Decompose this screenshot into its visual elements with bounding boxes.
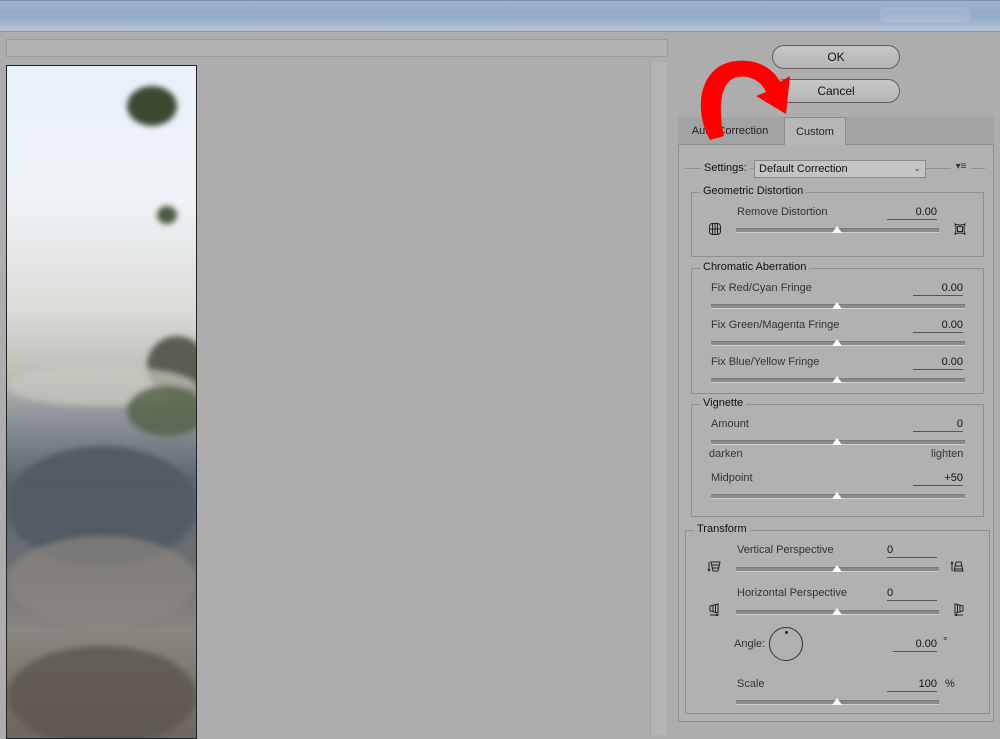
transform-title: Transform — [694, 523, 750, 535]
horizontal-perspective-left-icon — [707, 602, 721, 617]
remove-distortion-label: Remove Distortion — [737, 206, 828, 218]
red-cyan-thumb[interactable] — [832, 302, 842, 309]
chromatic-aberration-title: Chromatic Aberration — [700, 261, 810, 273]
midpoint-thumb[interactable] — [832, 492, 842, 499]
scale-label: Scale — [737, 678, 765, 690]
angle-label: Angle: — [734, 638, 766, 650]
vignette-amount-label: Amount — [711, 418, 749, 430]
vertical-perspective-up-icon — [950, 559, 964, 573]
vignette-amount-thumb[interactable] — [832, 438, 842, 445]
settings-dropdown[interactable]: Default Correction ⌄ — [754, 160, 926, 178]
horizontal-perspective-right-icon — [952, 602, 966, 617]
photo-greenery — [127, 386, 196, 436]
photo-foliage-mid — [157, 206, 177, 224]
photo-ground — [7, 646, 196, 738]
pincushion-icon — [708, 222, 722, 236]
green-magenta-thumb[interactable] — [832, 339, 842, 346]
vertical-perspective-input[interactable]: 0 — [887, 544, 937, 558]
remove-distortion-thumb[interactable] — [832, 226, 842, 233]
midpoint-label: Midpoint — [711, 472, 753, 484]
settings-value: Default Correction — [759, 163, 848, 175]
remove-distortion-input[interactable]: 0.00 — [887, 206, 937, 220]
settings-menu-icon[interactable]: ▾≡ — [951, 161, 971, 177]
photo-gravel — [7, 536, 196, 626]
angle-unit: ° — [943, 636, 948, 648]
red-cyan-label: Fix Red/Cyan Fringe — [711, 282, 812, 294]
angle-dial[interactable] — [769, 627, 803, 661]
annotation-arrow-icon — [700, 60, 790, 140]
angle-dial-marker — [785, 631, 788, 634]
horizontal-perspective-thumb[interactable] — [832, 608, 842, 615]
blue-yellow-thumb[interactable] — [832, 376, 842, 383]
vertical-perspective-thumb[interactable] — [832, 565, 842, 572]
preview-toolbar-strip — [6, 39, 668, 57]
lighten-label: lighten — [931, 448, 964, 460]
horizontal-perspective-label: Horizontal Perspective — [737, 587, 848, 599]
custom-panel: Settings: Default Correction ⌄ ▾≡ Geomet… — [678, 145, 994, 722]
window-titlebar — [0, 0, 1000, 32]
blue-yellow-label: Fix Blue/Yellow Fringe — [711, 356, 820, 368]
green-magenta-label: Fix Green/Magenta Fringe — [711, 319, 840, 331]
midpoint-input[interactable]: +50 — [913, 472, 963, 486]
barrel-icon — [953, 222, 967, 236]
geometric-distortion-group: Geometric Distortion — [691, 185, 984, 257]
green-magenta-input[interactable]: 0.00 — [913, 319, 963, 333]
angle-input[interactable]: 0.00 — [893, 638, 937, 652]
scale-input[interactable]: 100 — [887, 678, 937, 692]
vignette-title: Vignette — [700, 397, 747, 409]
chevron-down-icon: ⌄ — [913, 163, 921, 173]
settings-label: Settings: — [701, 162, 750, 174]
vignette-amount-input[interactable]: 0 — [913, 418, 963, 432]
scale-unit: % — [945, 678, 955, 690]
red-cyan-input[interactable]: 0.00 — [913, 282, 963, 296]
scale-thumb[interactable] — [832, 698, 842, 705]
vertical-perspective-label: Vertical Perspective — [737, 544, 834, 556]
geometric-distortion-title: Geometric Distortion — [700, 185, 807, 197]
titlebar-controls[interactable] — [880, 7, 970, 23]
preview-scrollbar[interactable] — [650, 62, 667, 735]
preview-photo — [6, 65, 197, 739]
horizontal-perspective-input[interactable]: 0 — [887, 587, 937, 601]
blue-yellow-input[interactable]: 0.00 — [913, 356, 963, 370]
vertical-perspective-down-icon — [707, 559, 721, 573]
photo-foliage-top — [127, 86, 177, 126]
darken-label: darken — [709, 448, 743, 460]
